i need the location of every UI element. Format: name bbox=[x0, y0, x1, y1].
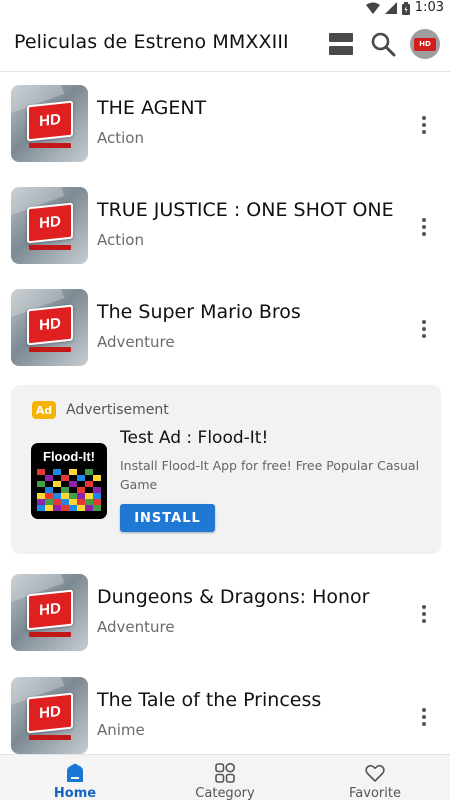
movie-genre: Adventure bbox=[97, 333, 175, 351]
movie-thumbnail: HD bbox=[11, 289, 88, 366]
movie-list: HD THE AGENT Action HD TRUE JUSTICE : ON… bbox=[0, 73, 450, 754]
app-actions: HD bbox=[326, 25, 440, 63]
movie-thumbnail: HD bbox=[11, 187, 88, 264]
more-options-icon[interactable] bbox=[414, 317, 434, 341]
ad-app-icon-title: Flood-It! bbox=[43, 449, 95, 464]
more-options-icon[interactable] bbox=[414, 113, 434, 137]
wifi-icon bbox=[365, 2, 380, 14]
movie-genre: Action bbox=[97, 129, 144, 147]
hd-logo: HD bbox=[27, 202, 73, 244]
movie-thumbnail: HD bbox=[11, 574, 88, 651]
hd-logo: HD bbox=[27, 692, 73, 734]
movie-genre: Adventure bbox=[97, 618, 175, 636]
heart-icon bbox=[364, 762, 386, 784]
list-item[interactable]: HD TRUE JUSTICE : ONE SHOT ONE Action bbox=[0, 187, 450, 267]
battery-icon bbox=[401, 1, 410, 15]
ad-title[interactable]: Test Ad : Flood-It! bbox=[120, 428, 268, 448]
list-item[interactable]: HD The Tale of the Princess Anime bbox=[0, 677, 450, 754]
status-icons: 1:03 bbox=[365, 0, 444, 16]
app-bar: Peliculas de Estreno MMXXIII HD bbox=[0, 16, 450, 72]
ad-card[interactable]: Ad Advertisement Flood-It! Test Ad : Flo… bbox=[11, 385, 441, 554]
ad-app-icon[interactable]: Flood-It! bbox=[31, 443, 107, 519]
category-icon bbox=[214, 762, 236, 784]
movie-title: The Super Mario Bros bbox=[97, 301, 301, 323]
bottom-nav: Home Category Favorite bbox=[0, 754, 450, 800]
movie-title: Dungeons & Dragons: Honor bbox=[97, 586, 370, 608]
list-item[interactable]: HD Dungeons & Dragons: Honor Adventure bbox=[0, 574, 450, 654]
avatar[interactable]: HD bbox=[410, 29, 440, 59]
ad-label: Advertisement bbox=[66, 402, 169, 418]
movie-title: TRUE JUSTICE : ONE SHOT ONE bbox=[97, 199, 394, 221]
ad-badge: Ad bbox=[32, 401, 56, 419]
movie-genre: Anime bbox=[97, 721, 145, 739]
app-title: Peliculas de Estreno MMXXIII bbox=[14, 31, 289, 53]
movie-thumbnail: HD bbox=[11, 85, 88, 162]
search-icon bbox=[371, 32, 396, 57]
list-item[interactable]: HD The Super Mario Bros Adventure bbox=[0, 289, 450, 369]
status-time: 1:03 bbox=[414, 0, 444, 15]
nav-home[interactable]: Home bbox=[0, 755, 150, 800]
signal-icon bbox=[384, 2, 397, 14]
nav-label: Home bbox=[53, 786, 97, 800]
more-options-icon[interactable] bbox=[414, 602, 434, 626]
status-bar: 1:03 bbox=[0, 0, 450, 16]
ad-description: Install Flood-It App for free! Free Popu… bbox=[120, 458, 420, 492]
movie-genre: Action bbox=[97, 231, 144, 249]
movie-title: The Tale of the Princess bbox=[97, 689, 322, 711]
home-icon bbox=[64, 762, 86, 784]
layout-toggle-button[interactable] bbox=[326, 29, 356, 59]
install-button[interactable]: INSTALL bbox=[120, 504, 215, 532]
movie-title: THE AGENT bbox=[97, 97, 207, 119]
nav-category[interactable]: Category bbox=[150, 755, 300, 800]
movie-thumbnail: HD bbox=[11, 677, 88, 754]
list-item[interactable]: HD THE AGENT Action bbox=[0, 85, 450, 165]
hd-logo: HD bbox=[27, 100, 73, 142]
nav-favorite[interactable]: Favorite bbox=[300, 755, 450, 800]
nav-label: Favorite bbox=[349, 786, 401, 800]
hd-logo: HD bbox=[27, 304, 73, 346]
view-agenda-icon bbox=[329, 33, 353, 55]
nav-label: Category bbox=[195, 786, 255, 800]
more-options-icon[interactable] bbox=[414, 215, 434, 239]
more-options-icon[interactable] bbox=[414, 705, 434, 729]
avatar-hd-logo: HD bbox=[414, 37, 436, 51]
flood-it-grid bbox=[37, 469, 101, 511]
hd-logo: HD bbox=[27, 589, 73, 631]
search-button[interactable] bbox=[368, 29, 398, 59]
